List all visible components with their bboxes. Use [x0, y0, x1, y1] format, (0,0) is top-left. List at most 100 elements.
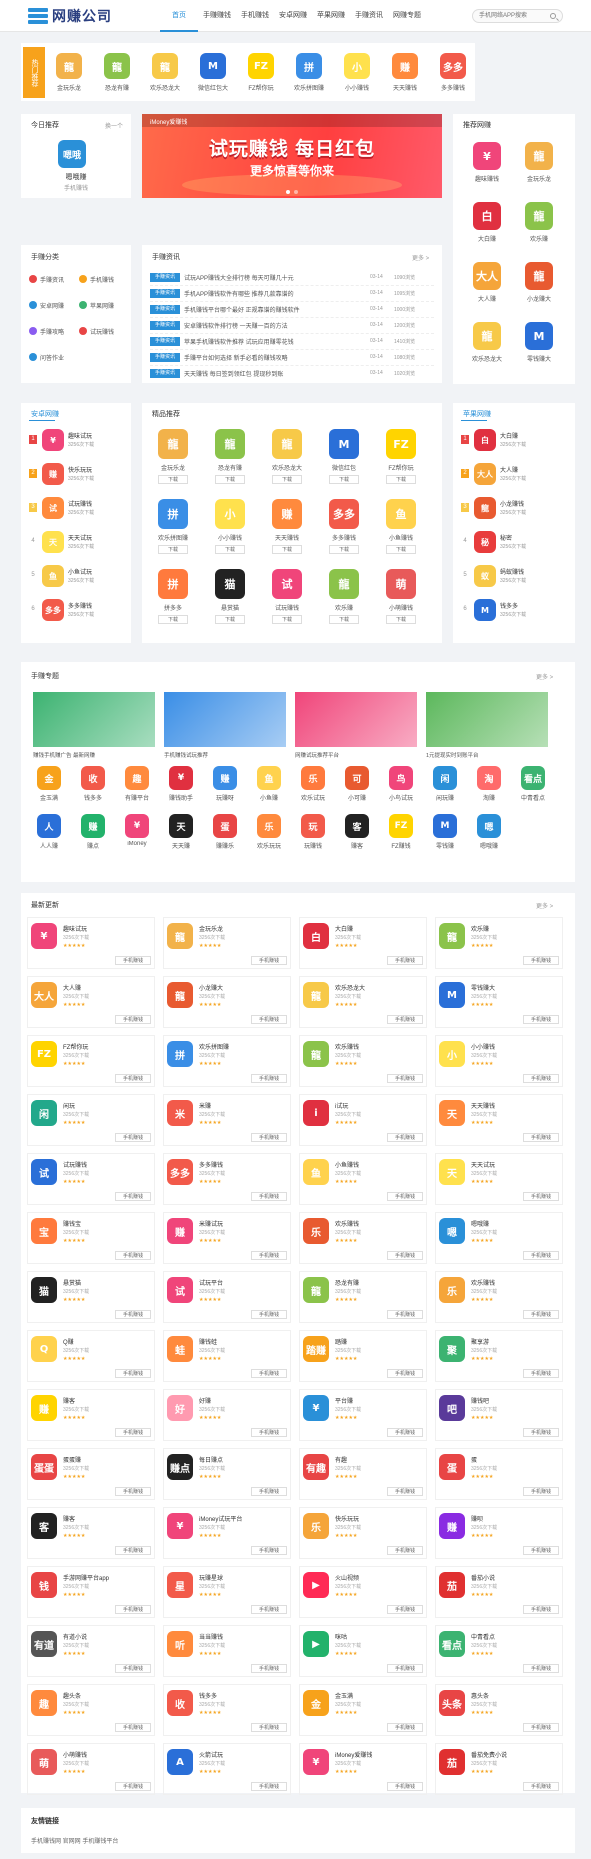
- app-icon[interactable]: M: [200, 53, 226, 79]
- app-name[interactable]: 小鱼赚: [249, 793, 289, 802]
- app-icon[interactable]: 嗯: [439, 1218, 465, 1244]
- app-name[interactable]: 钱多多: [73, 793, 113, 802]
- app-name[interactable]: 小小赚钱: [334, 83, 380, 92]
- app-name[interactable]: 零钱赚大: [515, 354, 563, 363]
- app-icon[interactable]: ¥: [125, 814, 149, 838]
- app-name[interactable]: 中青看点: [513, 793, 553, 802]
- app-icon[interactable]: 有道: [31, 1631, 57, 1657]
- app-name[interactable]: 中青看点: [471, 1632, 559, 1641]
- category-tag-button[interactable]: 手机赚钱: [115, 1782, 151, 1791]
- app-name[interactable]: 欢乐恐龙大: [262, 463, 312, 472]
- app-name[interactable]: 趣头条: [63, 1691, 151, 1700]
- category-tag-button[interactable]: 手机赚钱: [523, 1251, 559, 1260]
- app-icon[interactable]: 踏赚: [303, 1336, 329, 1362]
- app-icon[interactable]: 乐: [301, 766, 325, 790]
- category-tag-button[interactable]: 手机赚钱: [115, 1664, 151, 1673]
- app-name[interactable]: 快乐玩玩: [335, 1514, 423, 1523]
- app-name[interactable]: 钱多多: [199, 1691, 287, 1700]
- app-name[interactable]: 好赚: [199, 1396, 287, 1405]
- app-icon[interactable]: 看点: [521, 766, 545, 790]
- app-icon[interactable]: 看点: [439, 1631, 465, 1657]
- app-name[interactable]: 金玩乐龙: [199, 924, 287, 933]
- app-icon[interactable]: i: [303, 1100, 329, 1126]
- category-tag-button[interactable]: 手机赚钱: [251, 1546, 287, 1555]
- app-name[interactable]: 玩赚钱: [293, 841, 333, 850]
- app-name[interactable]: 赚钱助手: [161, 793, 201, 802]
- app-icon[interactable]: 听: [167, 1631, 193, 1657]
- app-icon[interactable]: 小: [439, 1041, 465, 1067]
- category-tag-button[interactable]: 手机赚钱: [115, 1192, 151, 1201]
- app-icon[interactable]: 赚点: [167, 1454, 193, 1480]
- app-icon[interactable]: 淘: [477, 766, 501, 790]
- app-name[interactable]: 小鸟试玩: [381, 793, 421, 802]
- app-icon[interactable]: 龍: [303, 982, 329, 1008]
- app-icon[interactable]: 白: [303, 923, 329, 949]
- app-name[interactable]: 小鱼试玩: [68, 567, 92, 576]
- app-icon[interactable]: 龍: [525, 142, 553, 170]
- app-name[interactable]: 悬赏猫: [63, 1278, 151, 1287]
- category-tag-button[interactable]: 手机赚钱: [115, 1310, 151, 1319]
- app-name[interactable]: 小龙赚大: [199, 983, 287, 992]
- news-title-link[interactable]: 手赚平台如何选择 新手必看的赚钱攻略: [184, 353, 364, 362]
- news-tag[interactable]: 手赚资讯: [150, 273, 180, 282]
- app-icon[interactable]: 拼: [167, 1041, 193, 1067]
- category-tag-button[interactable]: 手机赚钱: [251, 1428, 287, 1437]
- category-tag-button[interactable]: 手机赚钱: [523, 1782, 559, 1791]
- app-icon[interactable]: M: [474, 599, 496, 621]
- category-tag-button[interactable]: 手机赚钱: [387, 1251, 423, 1260]
- app-name[interactable]: 多多赚钱: [430, 83, 476, 92]
- app-name[interactable]: 秘密: [500, 533, 512, 542]
- news-tag[interactable]: 手赚资讯: [150, 305, 180, 314]
- app-icon[interactable]: 赚: [42, 463, 64, 485]
- app-name[interactable]: 金玩乐龙: [46, 83, 92, 92]
- app-name[interactable]: 恐龙有赚: [335, 1278, 423, 1287]
- app-name[interactable]: 小小赚钱: [205, 533, 255, 542]
- nav-item[interactable]: 网赚专题: [388, 0, 426, 32]
- topic-title[interactable]: 网赚试玩推荐平台: [295, 751, 417, 759]
- app-name[interactable]: 蚂蚁赚钱: [500, 567, 524, 576]
- app-name[interactable]: 赚呗: [471, 1514, 559, 1523]
- category-tag-button[interactable]: 手机赚钱: [115, 1015, 151, 1024]
- app-name[interactable]: 小可赚: [337, 793, 377, 802]
- app-icon[interactable]: 试: [272, 569, 302, 599]
- app-name[interactable]: 趣味试玩: [68, 431, 92, 440]
- app-name[interactable]: 人人赚: [29, 841, 69, 850]
- app-icon[interactable]: 天: [439, 1100, 465, 1126]
- app-icon[interactable]: 可: [345, 766, 369, 790]
- app-name[interactable]: 当当赚钱: [199, 1632, 287, 1641]
- app-name[interactable]: 大人赚: [500, 465, 518, 474]
- category-tag-button[interactable]: 手机赚钱: [523, 956, 559, 965]
- download-button[interactable]: 下载: [329, 475, 359, 484]
- category-tag-button[interactable]: 手机赚钱: [387, 1074, 423, 1083]
- category-tag-button[interactable]: 手机赚钱: [115, 1369, 151, 1378]
- category-tag-button[interactable]: 手机赚钱: [523, 1133, 559, 1142]
- app-name[interactable]: 赚客: [337, 841, 377, 850]
- app-icon[interactable]: 茄: [439, 1572, 465, 1598]
- friend-links[interactable]: 手机赚钱网 官网网 手机赚钱平台: [31, 1836, 118, 1845]
- category-tag-button[interactable]: 手机赚钱: [387, 1723, 423, 1732]
- category-tag-button[interactable]: 手机赚钱: [251, 1782, 287, 1791]
- app-icon[interactable]: 茄: [439, 1749, 465, 1775]
- news-more-link[interactable]: 更多 >: [412, 253, 429, 262]
- app-name[interactable]: 小龙赚大: [515, 294, 563, 303]
- app-icon[interactable]: 客: [31, 1513, 57, 1539]
- app-name[interactable]: 多多赚钱: [319, 533, 369, 542]
- news-tag[interactable]: 手赚资讯: [150, 289, 180, 298]
- app-name[interactable]: 玩赚呀: [205, 793, 245, 802]
- search-box[interactable]: [472, 9, 563, 23]
- app-name[interactable]: iMoney试玩平台: [199, 1514, 287, 1523]
- download-button[interactable]: 下载: [272, 475, 302, 484]
- app-name[interactable]: 多多赚钱: [68, 601, 92, 610]
- category-tag-button[interactable]: 手机赚钱: [387, 1369, 423, 1378]
- app-icon[interactable]: ¥: [473, 142, 501, 170]
- app-name[interactable]: 趣味赚钱: [463, 174, 511, 183]
- app-name[interactable]: 天天赚钱: [471, 1101, 559, 1110]
- app-icon[interactable]: 蛋: [439, 1454, 465, 1480]
- app-name[interactable]: FZ帮你玩: [63, 1042, 151, 1051]
- app-icon[interactable]: 龍: [303, 1277, 329, 1303]
- app-icon[interactable]: 拼: [296, 53, 322, 79]
- news-title-link[interactable]: 试玩APP赚钱大全排行榜 每天可赚几十元: [184, 273, 364, 282]
- news-title-link[interactable]: 手机赚钱平台哪个最好 正规靠谱的赚钱软件: [184, 305, 364, 314]
- app-icon[interactable]: 白: [474, 429, 496, 451]
- category-tag-button[interactable]: 手机赚钱: [115, 1723, 151, 1732]
